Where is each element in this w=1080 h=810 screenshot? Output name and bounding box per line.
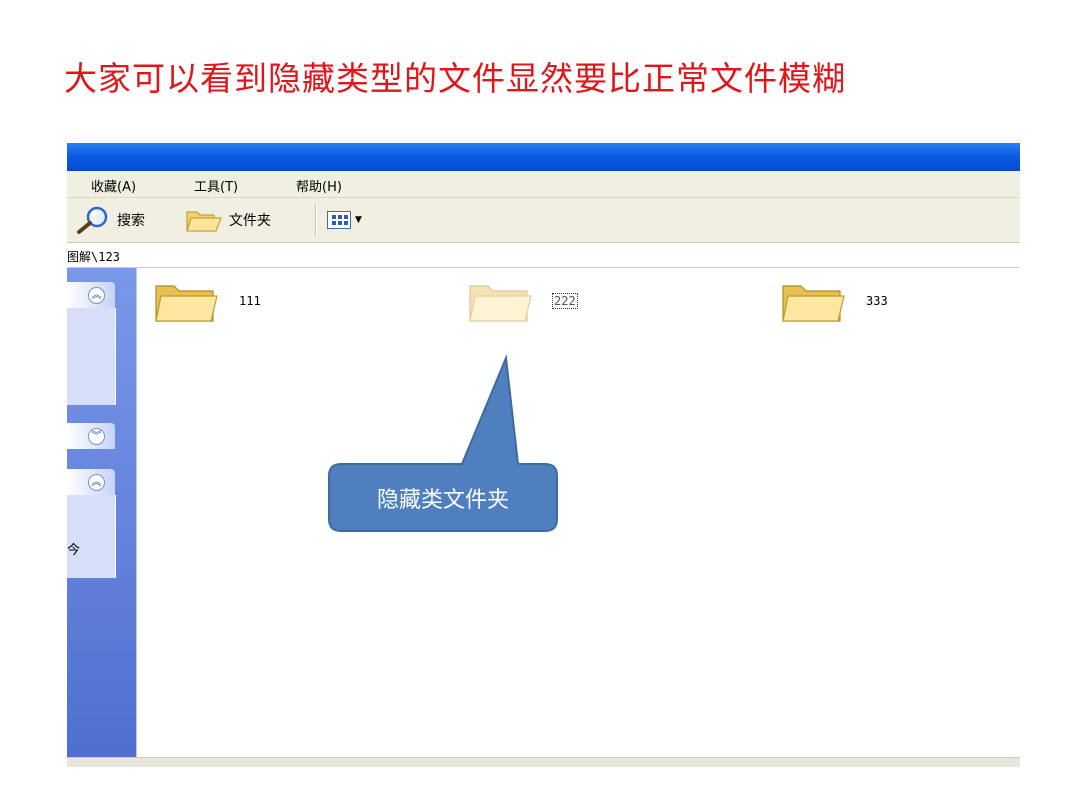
views-button[interactable]: ▼ — [327, 207, 367, 233]
task-panel-1-header[interactable]: ︽ — [67, 282, 115, 308]
status-bar — [67, 757, 1020, 767]
menu-help[interactable]: 帮助(H) — [296, 176, 342, 195]
folder-item-222-hidden[interactable]: 222 — [467, 278, 578, 324]
folder-icon — [469, 285, 532, 322]
folder-icon — [782, 285, 845, 322]
expand-chevron-icon[interactable]: ︾ — [88, 428, 105, 445]
folders-button-label: 文件夹 — [229, 213, 271, 229]
explorer-window-screenshot: 收藏(A) 工具(T) 帮助(H) 搜索 文件夹 ▼ 图解\123 ︽ ︾ ︽ … — [67, 143, 1020, 767]
folder-item-333[interactable]: 333 — [780, 278, 888, 324]
menu-tools[interactable]: 工具(T) — [194, 176, 238, 195]
toolbar-separator — [315, 204, 317, 236]
task-panel-text: 今 — [67, 543, 81, 558]
task-panel-1-body — [67, 308, 116, 405]
menu-favorites[interactable]: 收藏(A) — [91, 176, 136, 195]
address-bar[interactable]: 图解\123 — [67, 243, 1020, 268]
views-icon — [327, 211, 351, 229]
folder-name: 222 — [552, 293, 578, 309]
search-icon — [77, 206, 108, 234]
folder-item-111[interactable]: 111 — [153, 278, 261, 324]
task-panel-3-body: 今 — [67, 495, 116, 578]
folder-name: 333 — [866, 294, 888, 308]
search-button[interactable]: 搜索 — [75, 206, 145, 234]
folder-name: 111 — [239, 294, 261, 308]
dropdown-caret-icon: ▼ — [355, 215, 362, 225]
task-panel-2-header[interactable]: ︾ — [67, 423, 115, 449]
folders-icon — [186, 211, 222, 232]
folders-button[interactable]: 文件夹 — [185, 206, 271, 234]
callout-label: 隐藏类文件夹 — [376, 488, 509, 513]
collapse-chevron-icon[interactable]: ︽ — [88, 287, 105, 304]
task-pane: ︽ ︾ ︽ 今 — [67, 268, 138, 757]
file-list: 111 222 333 — [137, 268, 1020, 757]
collapse-chevron-icon[interactable]: ︽ — [88, 474, 105, 491]
window-titlebar[interactable] — [67, 143, 1020, 171]
slide-title: 大家可以看到隐藏类型的文件显然要比正常文件模糊 — [64, 59, 846, 98]
address-path: 图解\123 — [67, 250, 120, 264]
folder-icon — [155, 285, 218, 322]
search-button-label: 搜索 — [117, 213, 145, 229]
task-panel-3-header[interactable]: ︽ — [67, 469, 115, 495]
toolbar: 搜索 文件夹 ▼ — [67, 198, 1020, 243]
menu-bar: 收藏(A) 工具(T) 帮助(H) — [67, 171, 1020, 198]
